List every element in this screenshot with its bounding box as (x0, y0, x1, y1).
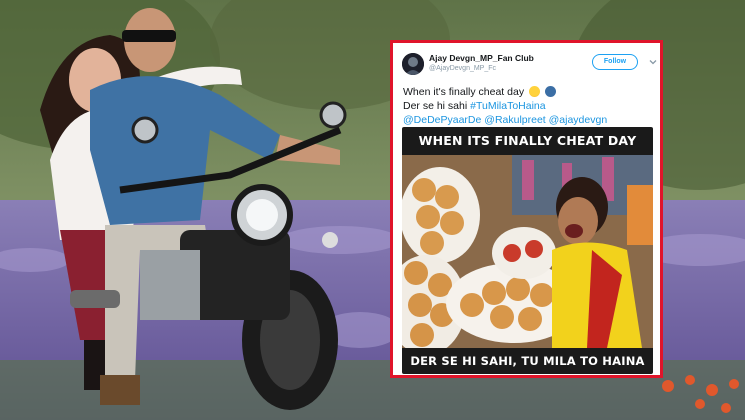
chevron-down-icon[interactable] (648, 57, 658, 67)
speaking-head-emoji-icon (544, 86, 556, 97)
tweet-display-name[interactable]: Ajay Devgn_MP_Fan Club (429, 53, 534, 63)
tweet-text: When it's finally cheat day Der se hi sa… (403, 85, 658, 127)
avatar[interactable] (402, 53, 424, 75)
tweet-text-second: Der se hi sahi (403, 100, 468, 112)
tweet-header: Ajay Devgn_MP_Fan Club @AjayDevgn_MP_Fc … (402, 51, 657, 81)
tweet-text-line-2: Der se hi sahi #TuMilaToHaina (403, 99, 658, 113)
meme-photo (402, 155, 653, 348)
follow-button[interactable]: Follow (592, 54, 638, 70)
tweet-card: Ajay Devgn_MP_Fan Club @AjayDevgn_MP_Fc … (390, 40, 663, 378)
tweet-text-line-1: When it's finally cheat day (403, 85, 658, 99)
mention-link-1[interactable]: @DeDePyaarDe (403, 114, 481, 126)
laughing-emoji-icon (529, 86, 540, 97)
hashtag-link[interactable]: #TuMilaToHaina (470, 100, 545, 112)
mention-link-3[interactable]: @ajaydevgn (549, 114, 608, 126)
tweet-text-first: When it's finally cheat day (403, 86, 525, 98)
meme-top-caption: WHEN ITS FINALLY CHEAT DAY (418, 133, 637, 148)
tweet-handle[interactable]: @AjayDevgn_MP_Fc (429, 65, 496, 72)
meme-image[interactable]: WHEN ITS FINALLY CHEAT DAY DER SE HI SAH… (402, 127, 653, 374)
mention-link-2[interactable]: @Rakulpreet (484, 114, 545, 126)
meme-bottom-caption: DER SE HI SAHI, TU MILA TO HAINA (410, 354, 645, 368)
tweet-text-line-3: @DeDePyaarDe @Rakulpreet @ajaydevgn (403, 113, 658, 127)
avatar-image (402, 53, 424, 75)
